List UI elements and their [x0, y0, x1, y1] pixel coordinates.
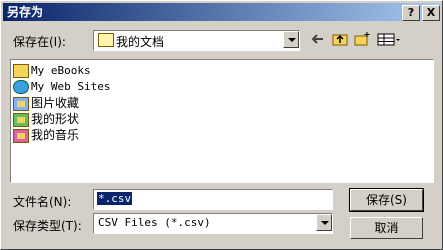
list-item[interactable]: 我的音乐: [13, 127, 79, 143]
file-name-label: 文件名(N):: [13, 195, 72, 209]
file-name-input[interactable]: *.csv: [93, 189, 333, 210]
dialog-title: 另存为: [7, 5, 44, 19]
folder-icon: [13, 64, 29, 78]
file-type-dropdown-arrow[interactable]: [316, 214, 332, 231]
list-item[interactable]: My eBooks: [13, 63, 91, 79]
view-menu-icon[interactable]: [376, 31, 402, 47]
save-button[interactable]: 保存(S): [349, 188, 424, 212]
globe-folder-icon: [13, 80, 29, 94]
save-in-value: 我的文档: [116, 35, 165, 49]
list-item[interactable]: 图片收藏: [13, 95, 79, 111]
file-name-value: *.csv: [97, 192, 133, 205]
pictures-folder-icon: [13, 96, 29, 111]
file-type-value: CSV Files (*.csv): [98, 216, 211, 229]
shapes-folder-icon: [13, 112, 29, 127]
music-folder-icon: [13, 128, 29, 143]
cancel-button[interactable]: 取消: [350, 217, 423, 239]
save-as-dialog: 另存为 ? X 保存在(I): 我的文档 My eBooks My Web Si…: [0, 0, 443, 250]
file-list[interactable]: My eBooks My Web Sites 图片收藏 我的形状 我的音乐: [10, 59, 434, 183]
save-in-combo[interactable]: 我的文档: [93, 30, 300, 51]
up-folder-icon[interactable]: [331, 31, 349, 47]
close-button[interactable]: X: [422, 5, 440, 21]
new-folder-icon[interactable]: [353, 31, 371, 47]
list-item[interactable]: 我的形状: [13, 111, 79, 127]
save-in-dropdown-arrow[interactable]: [283, 31, 299, 48]
help-button[interactable]: ?: [402, 5, 420, 21]
back-icon[interactable]: [309, 31, 327, 47]
save-in-label: 保存在(I):: [13, 35, 66, 49]
file-type-label: 保存类型(T):: [13, 219, 82, 233]
file-type-combo[interactable]: CSV Files (*.csv): [93, 213, 333, 234]
list-item[interactable]: My Web Sites: [13, 79, 110, 95]
my-documents-icon: [98, 33, 114, 47]
title-bar: 另存为 ? X: [3, 3, 440, 21]
